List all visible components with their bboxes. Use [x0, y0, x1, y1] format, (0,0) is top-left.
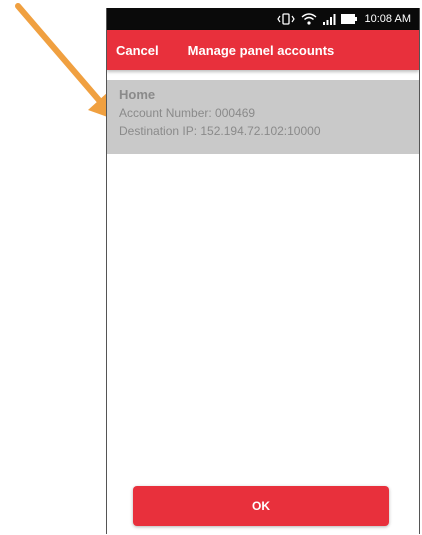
- status-time: 10:08 AM: [364, 13, 411, 25]
- destination-ip: Destination IP: 152.194.72.102:10000: [119, 124, 321, 138]
- cancel-button[interactable]: Cancel: [116, 43, 159, 58]
- toolbar: Cancel Manage panel accounts: [107, 30, 419, 70]
- vibrate-icon: [276, 13, 296, 25]
- page-title: Manage panel accounts: [187, 42, 335, 58]
- battery-icon: [340, 14, 357, 24]
- ok-button[interactable]: OK: [133, 486, 389, 526]
- account-number: Account Number: 000469: [119, 106, 256, 120]
- phone-screen: 10:08 AM Cancel Manage panel accounts Ho…: [106, 8, 420, 534]
- account-name: Home: [119, 87, 156, 102]
- account-list-item[interactable]: Home Account Number: 000469 Destination …: [107, 80, 419, 154]
- status-bar: 10:08 AM: [107, 8, 419, 30]
- signal-icon: [322, 13, 336, 25]
- screenshot-canvas: 10:08 AM Cancel Manage panel accounts Ho…: [0, 0, 422, 535]
- wifi-icon: [301, 13, 317, 25]
